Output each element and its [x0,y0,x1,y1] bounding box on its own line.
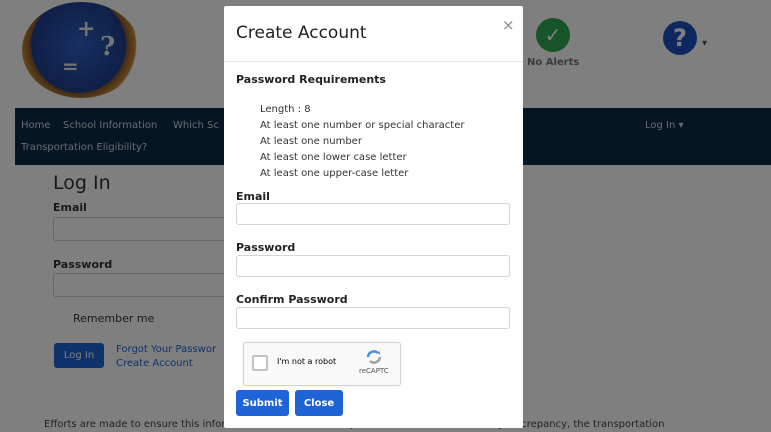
create-account-modal: Create Account × Password Requirements L… [224,6,523,428]
requirement-item: At least one lower case letter [260,152,407,163]
email-label: Email [236,190,270,203]
password-field[interactable] [236,255,510,277]
recaptcha-logo-icon [366,350,382,364]
recaptcha-label: I'm not a robot [277,357,337,366]
requirement-item: At least one number or special character [260,120,465,131]
modal-header-divider [224,61,523,62]
submit-button[interactable]: Submit [236,390,289,416]
close-button[interactable]: Close [295,390,343,416]
requirement-item: Length : 8 [260,104,311,115]
requirement-item: At least one number [260,136,362,147]
close-icon[interactable]: × [502,16,515,34]
confirm-password-field[interactable] [236,307,510,329]
modal-title: Create Account [236,23,367,43]
password-label: Password [236,241,296,254]
page: + ? = ✓ No Alerts ? ▾ Home School Inform… [0,0,771,432]
recaptcha-brand-label: reCAPTC [359,367,389,375]
recaptcha-checkbox[interactable] [252,355,268,371]
confirm-password-label: Confirm Password [236,293,348,306]
requirement-item: At least one upper-case letter [260,168,409,179]
recaptcha-widget: I'm not a robot reCAPTC [243,342,401,386]
email-field[interactable] [236,203,510,225]
password-requirements-title: Password Requirements [236,73,386,86]
